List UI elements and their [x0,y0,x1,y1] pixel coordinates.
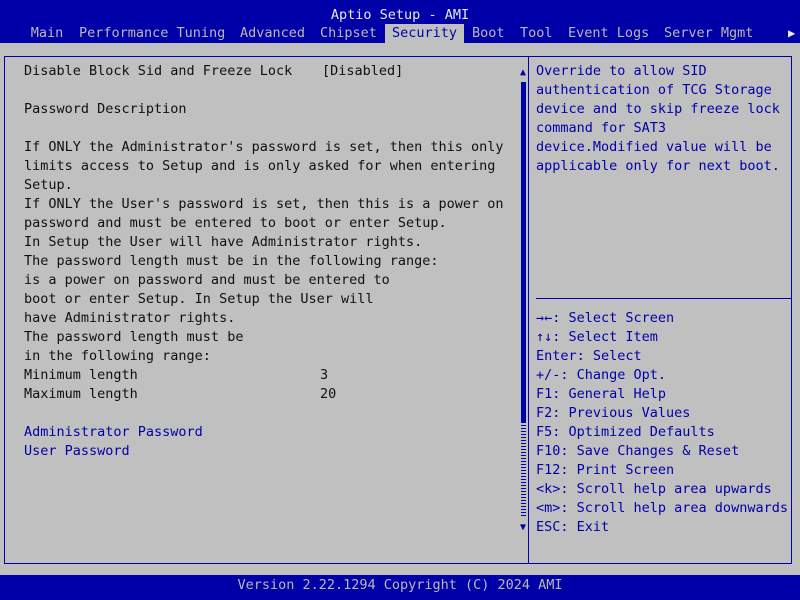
description-line: in the following range: [24,348,211,364]
minimum-length-value: 3 [320,367,329,383]
option-disable-block-sid-value[interactable]: [Disabled] [322,62,403,81]
description-line: password and must be entered to boot or … [24,215,447,231]
help-keys-divider [536,298,792,299]
key-hint-previous-values: F2: Previous Values [536,405,691,421]
key-hint-select-screen: →←: Select Screen [536,310,675,326]
description-line: In Setup the User will have Administrato… [24,234,423,250]
user-password-item[interactable]: User Password [24,442,130,461]
key-hint-general-help: F1: General Help [536,386,667,402]
tab-chipset[interactable]: Chipset [320,24,377,43]
help-text-line: command for SAT3 [536,120,667,136]
description-line: If ONLY the User's password is set, then… [24,196,504,212]
tab-server-mgmt[interactable]: Server Mgmt [664,24,753,43]
key-hint-save-reset: F10: Save Changes & Reset [536,443,740,459]
key-hint-exit: ESC: Exit [536,519,610,535]
minimum-length-label: Minimum length [24,367,138,383]
help-text-line: device.Modified value will be [536,139,772,155]
menu-bar: Main Performance Tuning Advanced Chipset… [0,24,800,43]
help-text-line: applicable only for next boot. [536,158,780,174]
description-line: Setup. [24,177,73,193]
administrator-password-item[interactable]: Administrator Password [24,423,203,442]
description-line: If ONLY the Administrator's password is … [24,139,504,155]
help-text-line: device and to skip freeze lock [536,101,780,117]
description-line: boot or enter Setup. In Setup the User w… [24,291,374,307]
scroll-down-arrow-icon[interactable]: ▼ [518,521,528,535]
description-line: The password length must be [24,329,244,345]
maximum-length-value: 20 [320,386,337,402]
help-text-line: authentication of TCG Storage [536,82,772,98]
description-line: have Administrator rights. [24,310,236,326]
tab-security[interactable]: Security [385,24,464,43]
scroll-up-arrow-icon[interactable]: ▲ [518,66,528,80]
help-text-line: Override to allow SID [536,63,707,79]
tab-advanced[interactable]: Advanced [240,24,305,43]
tab-more-arrow-icon[interactable]: ▶ [788,24,795,43]
section-heading-password-description: Password Description [24,101,187,117]
scrollbar-track[interactable] [521,422,526,518]
key-hint-scroll-down: <m>: Scroll help area downwards [536,500,788,516]
tab-performance-tuning[interactable]: Performance Tuning [79,24,225,43]
tab-event-logs[interactable]: Event Logs [568,24,649,43]
key-hint-enter: Enter: Select [536,348,642,364]
bios-setup-screen: Aptio Setup - AMI Main Performance Tunin… [0,0,800,600]
description-line: is a power on password and must be enter… [24,272,390,288]
key-hint-change-opt: +/-: Change Opt. [536,367,667,383]
tab-boot[interactable]: Boot [472,24,505,43]
pane-divider [528,57,529,563]
description-line: The password length must be in the follo… [24,253,439,269]
description-line: limits access to Setup and is only asked… [24,158,496,174]
key-hint-print-screen: F12: Print Screen [536,462,675,478]
footer-version: Version 2.22.1294 Copyright (C) 2024 AMI [237,577,563,593]
window-title: Aptio Setup - AMI [330,7,470,23]
key-hint-optimized-defaults: F5: Optimized Defaults [536,424,715,440]
key-hint-select-item: ↑↓: Select Item [536,329,658,345]
tab-main[interactable]: Main [26,24,68,43]
tab-tool[interactable]: Tool [520,24,553,43]
key-hint-scroll-up: <k>: Scroll help area upwards [536,481,772,497]
maximum-length-label: Maximum length [24,386,138,402]
scrollbar-thumb[interactable] [521,82,526,422]
option-disable-block-sid-label[interactable]: Disable Block Sid and Freeze Lock [24,62,292,81]
